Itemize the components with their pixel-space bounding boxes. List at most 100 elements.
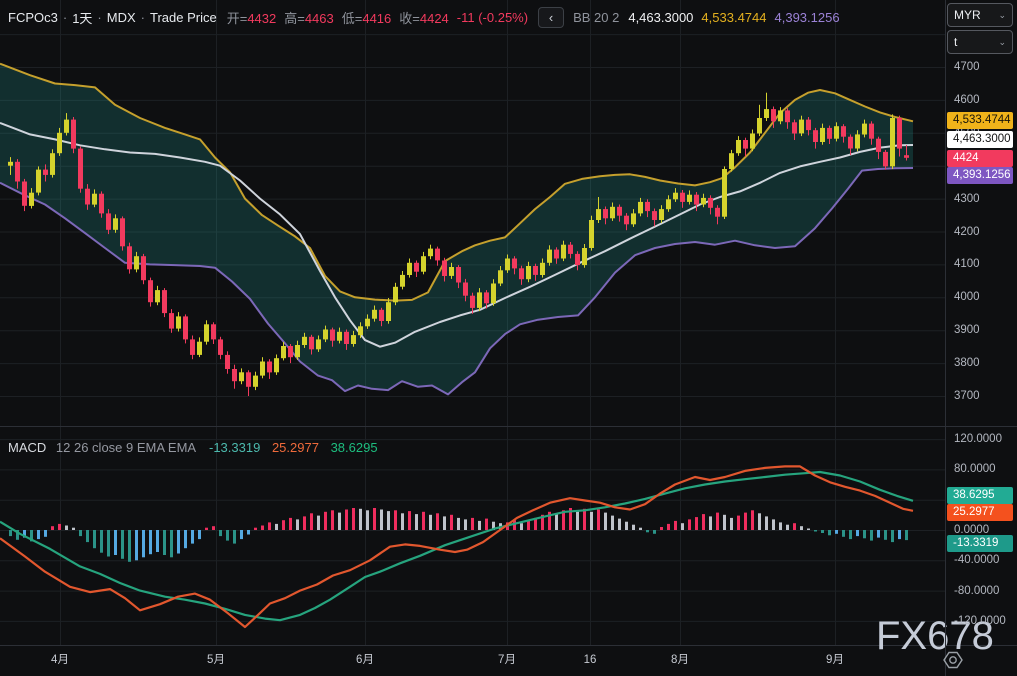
candle-body bbox=[176, 316, 181, 328]
candle-body bbox=[477, 292, 482, 308]
macd-histogram-bar bbox=[583, 509, 586, 530]
macd-histogram-bar bbox=[716, 513, 719, 530]
candle-body bbox=[708, 198, 713, 208]
separator: · bbox=[97, 10, 101, 25]
candle-body bbox=[715, 208, 720, 217]
candle-body bbox=[162, 290, 167, 313]
candle-body bbox=[743, 140, 748, 149]
macd-histogram-bar bbox=[114, 530, 117, 555]
macd-histogram-bar bbox=[786, 525, 789, 530]
candle-body bbox=[505, 259, 510, 271]
macd-title[interactable]: MACD bbox=[8, 440, 46, 455]
interval-label[interactable]: 1天 bbox=[72, 8, 92, 27]
candle-body bbox=[407, 263, 412, 275]
bb-fill bbox=[0, 64, 913, 395]
time-tick-label[interactable]: 5月 bbox=[207, 646, 225, 674]
macd-histogram-bar bbox=[429, 515, 432, 530]
time-tick-label[interactable]: 9月 bbox=[826, 646, 844, 674]
time-axis[interactable]: 4月 5月 6月 7月 16 8月 9月 bbox=[0, 646, 945, 676]
candle-body bbox=[365, 319, 370, 327]
macd-histogram-bar bbox=[233, 530, 236, 544]
ohlc-key: 收= bbox=[399, 11, 420, 26]
candle-body bbox=[218, 339, 223, 355]
macd-histogram-bar bbox=[520, 523, 523, 530]
time-tick-label[interactable]: 8月 bbox=[671, 646, 689, 674]
candle-body bbox=[141, 256, 146, 280]
candle-body bbox=[295, 345, 300, 357]
candle-body bbox=[568, 245, 573, 254]
time-tick-label[interactable]: 16 bbox=[584, 646, 597, 674]
ohlc-value: 4416 bbox=[362, 11, 391, 26]
bb-indicator-label[interactable]: BB 20 2 bbox=[573, 10, 619, 25]
candle-body bbox=[197, 342, 202, 355]
macd-histogram-bar bbox=[835, 530, 838, 534]
candle-body bbox=[785, 110, 790, 122]
candle-body bbox=[428, 249, 433, 257]
candle-body bbox=[897, 118, 902, 149]
macd-histogram-bar bbox=[198, 530, 201, 539]
time-tick-label[interactable]: 7月 bbox=[498, 646, 516, 674]
bb-upper-value: 4,533.4744 bbox=[701, 10, 766, 25]
price-axis[interactable]: 4700460045004400430042004100400039003800… bbox=[945, 0, 1017, 676]
candle-body bbox=[820, 128, 825, 142]
macd-histogram-bar bbox=[688, 519, 691, 530]
candle-body bbox=[596, 209, 601, 220]
price-tick-label: 4600 bbox=[954, 93, 980, 107]
candle-body bbox=[666, 199, 671, 209]
symbol-label[interactable]: FCPOc3 bbox=[8, 10, 58, 25]
time-tick-label[interactable]: 6月 bbox=[356, 646, 374, 674]
macd-histogram-bar bbox=[135, 530, 138, 560]
candle-body bbox=[750, 134, 755, 149]
unit-select[interactable]: t ⌄ bbox=[947, 30, 1013, 54]
macd-histogram-bar bbox=[485, 519, 488, 530]
candle-body bbox=[757, 118, 762, 134]
series-type-label: Trade Price bbox=[150, 10, 217, 25]
candle-body bbox=[778, 110, 783, 121]
price-tick-label: 4100 bbox=[954, 257, 980, 271]
macd-histogram-bar bbox=[555, 514, 558, 530]
candle-body bbox=[211, 324, 216, 339]
candle-body bbox=[680, 193, 685, 202]
collapse-indicators-button[interactable]: ‹ bbox=[538, 7, 564, 28]
macd-histogram-bar bbox=[170, 530, 173, 557]
exchange-label: MDX bbox=[107, 10, 136, 25]
fx678-logo-icon[interactable] bbox=[942, 649, 964, 671]
candle-body bbox=[869, 124, 874, 139]
candle-body bbox=[379, 310, 384, 321]
macd-signal-value: 38.6295 bbox=[331, 440, 378, 455]
macd-histogram-bar bbox=[142, 530, 145, 557]
macd-histogram-bar bbox=[527, 521, 530, 530]
candle-body bbox=[771, 109, 776, 121]
candle-body bbox=[694, 195, 699, 205]
candle-body bbox=[491, 284, 496, 304]
currency-value: MYR bbox=[954, 8, 981, 22]
trading-chart-window: FX678 FCPOc3 · 1天 · MDX · Trade Price 开=… bbox=[0, 0, 1017, 676]
ohlc-key: 低= bbox=[342, 11, 363, 26]
candle-body bbox=[687, 195, 692, 202]
macd-histogram-bar bbox=[891, 530, 894, 542]
macd-histogram-bar bbox=[156, 530, 159, 552]
candle-body bbox=[267, 362, 272, 373]
candle-body bbox=[841, 126, 846, 137]
macd-histogram-bar bbox=[212, 526, 215, 530]
price-tick-label: 3800 bbox=[954, 356, 980, 370]
macd-histogram-bar bbox=[870, 530, 873, 541]
macd-histogram-bar bbox=[639, 528, 642, 530]
candle-body bbox=[554, 250, 559, 259]
time-tick-label[interactable]: 4月 bbox=[51, 646, 69, 674]
macd-histogram-bar bbox=[849, 530, 852, 539]
macd-histogram-bar bbox=[128, 530, 131, 562]
chart-canvas[interactable] bbox=[0, 0, 1017, 676]
candle-body bbox=[302, 337, 307, 345]
macd-histogram-bar bbox=[842, 530, 845, 537]
candle-body bbox=[15, 162, 20, 182]
macd-histogram-bar bbox=[296, 519, 299, 530]
candle-body bbox=[400, 275, 405, 287]
macd-histogram-bar bbox=[380, 510, 383, 531]
candle-body bbox=[372, 310, 377, 319]
macd-histogram-bar bbox=[268, 522, 271, 530]
macd-histogram-bar bbox=[737, 516, 740, 530]
candle-body bbox=[512, 259, 517, 269]
currency-select[interactable]: MYR ⌄ bbox=[947, 3, 1013, 27]
macd-histogram-bar bbox=[653, 530, 656, 534]
